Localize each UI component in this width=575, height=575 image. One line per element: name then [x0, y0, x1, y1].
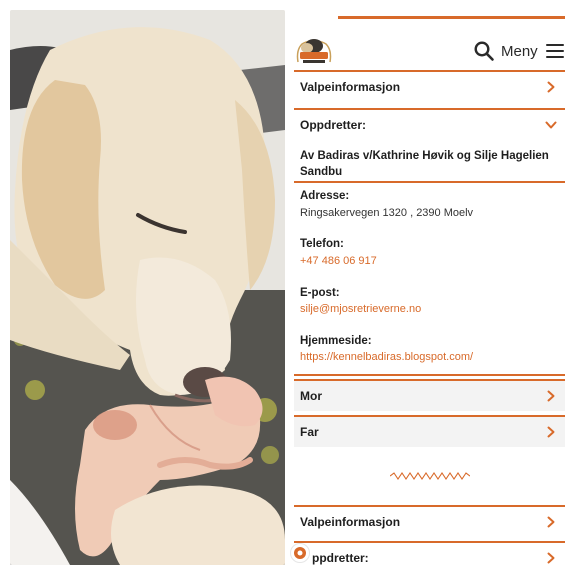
accordion-title: Far: [300, 425, 319, 439]
section-divider: [294, 374, 565, 376]
search-button[interactable]: [473, 40, 495, 62]
breeder-name: Av Badiras v/Kathrine Høvik og Silje Hag…: [300, 150, 549, 178]
mobile-page: Meny Valpeinformasjon Oppdretter: Av Bad…: [290, 10, 565, 565]
hamburger-icon: [545, 44, 564, 58]
accordion-oppdretter-2[interactable]: ppdretter:: [294, 541, 565, 565]
widget-icon: [294, 547, 306, 559]
chevron-right-icon: [547, 81, 555, 93]
accordion-title: Valpeinformasjon: [300, 515, 401, 529]
dog-photo: [10, 10, 285, 565]
accordion-header[interactable]: Valpeinformasjon: [294, 72, 565, 102]
accordion-far[interactable]: Far: [294, 415, 565, 447]
menu-button[interactable]: Meny: [501, 39, 564, 63]
accordion-title: Mor: [300, 389, 322, 403]
chevron-right-icon: [547, 552, 555, 564]
accordion-oppdretter[interactable]: Oppdretter:: [294, 108, 565, 140]
chevron-right-icon: [547, 390, 555, 402]
menu-label: Meny: [501, 42, 538, 60]
chevron-right-icon: [547, 516, 555, 528]
accordion-mor[interactable]: Mor: [294, 379, 565, 411]
top-accent-bar: [338, 16, 565, 19]
website-label: Hjemmeside:: [300, 335, 372, 347]
accordion-title: Valpeinformasjon: [300, 80, 401, 94]
logo-icon: [296, 39, 332, 63]
search-icon: [474, 41, 494, 61]
email-link[interactable]: silje@mjosretrieverne.no: [300, 303, 421, 315]
chevron-right-icon: [547, 426, 555, 438]
website-link[interactable]: https://kennelbadiras.blogspot.com/: [300, 351, 473, 363]
accordion-title: ppdretter:: [312, 551, 369, 565]
accordion-title: Oppdretter:: [300, 118, 366, 132]
accordion-valpeinformasjon[interactable]: Valpeinformasjon: [294, 70, 565, 102]
accordion-header[interactable]: Oppdretter:: [294, 110, 565, 140]
kennel-logo[interactable]: [294, 32, 334, 68]
phone-label: Telefon:: [300, 238, 344, 250]
accordion-header[interactable]: Mor: [294, 381, 565, 411]
floating-action-button[interactable]: [290, 543, 310, 563]
phone-link[interactable]: +47 486 06 917: [300, 255, 377, 267]
chevron-down-icon: [545, 121, 557, 129]
accordion-valpeinformasjon-2[interactable]: Valpeinformasjon: [294, 505, 565, 537]
accordion-header[interactable]: Far: [294, 417, 565, 447]
site-header: Meny: [290, 20, 565, 70]
address-label: Adresse:: [300, 190, 350, 202]
accordion-header[interactable]: ppdretter:: [294, 543, 565, 565]
zigzag-divider: [390, 472, 470, 480]
section-divider: [294, 181, 565, 183]
email-label: E-post:: [300, 287, 340, 299]
dog-illustration: [10, 10, 285, 565]
accordion-header[interactable]: Valpeinformasjon: [294, 507, 565, 537]
address-value: Ringsakervegen 1320 , 2390 Moelv: [300, 207, 474, 219]
